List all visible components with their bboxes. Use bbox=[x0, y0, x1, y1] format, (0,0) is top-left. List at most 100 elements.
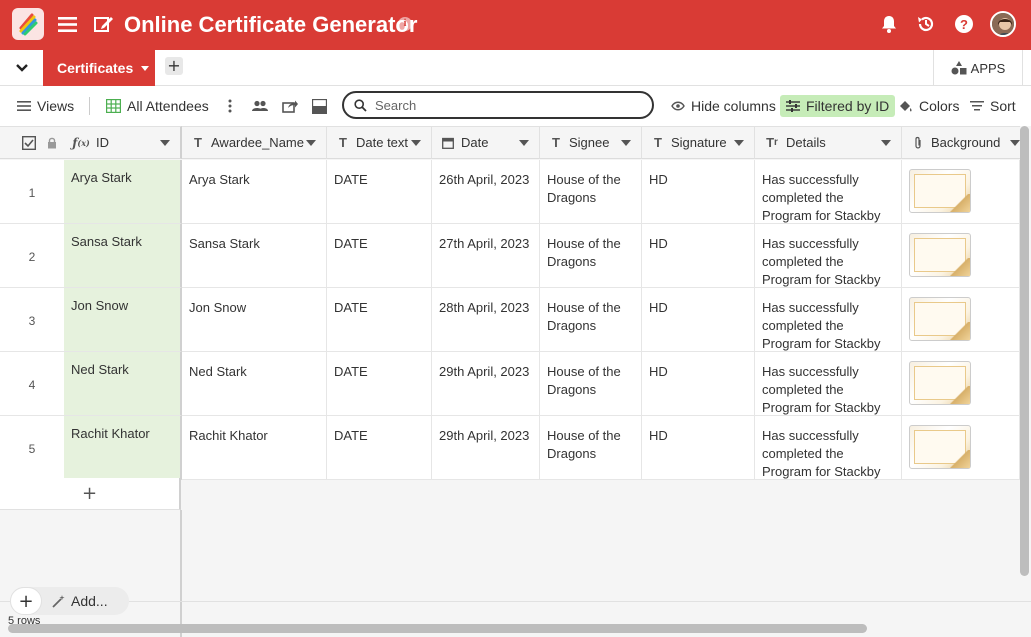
share-icon[interactable] bbox=[282, 86, 304, 126]
caret-down-icon[interactable] bbox=[1010, 140, 1020, 146]
cell-signature[interactable]: HD bbox=[642, 224, 755, 288]
cell-id[interactable]: Ned Stark bbox=[64, 352, 182, 416]
row-number[interactable]: 4 bbox=[0, 352, 64, 416]
cell-id[interactable]: Rachit Khator bbox=[64, 416, 182, 480]
search-input[interactable] bbox=[375, 97, 635, 113]
table-row[interactable]: 1 Arya Stark Arya Stark DATE 26th April, 202… bbox=[0, 160, 1020, 224]
info-icon[interactable]: i bbox=[398, 17, 412, 31]
cell-awardee-name[interactable]: Arya Stark bbox=[182, 160, 327, 224]
cell-date[interactable]: 28th April, 2023 bbox=[432, 288, 540, 352]
cell-signee[interactable]: House of the Dragons bbox=[540, 416, 642, 480]
table-row[interactable]: 2 Sansa Stark Sansa Stark DATE 27th April, 2… bbox=[0, 224, 1020, 288]
help-icon[interactable]: ? bbox=[954, 14, 974, 34]
cell-awardee-name[interactable]: Ned Stark bbox=[182, 352, 327, 416]
horizontal-scrollbar[interactable] bbox=[8, 624, 867, 633]
row-number[interactable]: 2 bbox=[0, 224, 64, 288]
cell-signature[interactable]: HD bbox=[642, 160, 755, 224]
hide-columns-button[interactable]: Hide columns bbox=[671, 86, 776, 126]
column-header-date[interactable]: Date bbox=[432, 126, 540, 159]
cell-signature[interactable]: HD bbox=[642, 288, 755, 352]
current-view-button[interactable]: All Attendees bbox=[106, 86, 209, 126]
cell-background[interactable] bbox=[902, 224, 1020, 288]
stackby-logo-icon[interactable] bbox=[12, 8, 44, 40]
row-number[interactable]: 5 bbox=[0, 416, 64, 480]
cell-date-text[interactable]: DATE bbox=[327, 160, 432, 224]
cell-awardee-name[interactable]: Jon Snow bbox=[182, 288, 327, 352]
caret-down-icon[interactable] bbox=[519, 140, 529, 146]
user-avatar[interactable] bbox=[990, 11, 1016, 37]
colors-button[interactable]: Colors bbox=[898, 86, 959, 126]
add-row-button[interactable]: + bbox=[0, 478, 181, 510]
caret-down-icon[interactable] bbox=[734, 140, 744, 146]
table-row[interactable]: 3 Jon Snow Jon Snow DATE 28th April, 2023 Hou… bbox=[0, 288, 1020, 352]
cell-date[interactable]: 26th April, 2023 bbox=[432, 160, 540, 224]
cell-awardee-name[interactable]: Rachit Khator bbox=[182, 416, 327, 480]
table-row[interactable]: 5 Rachit Khator Rachit Khator DATE 29th Apri… bbox=[0, 416, 1020, 480]
table-row[interactable]: 4 Ned Stark Ned Stark DATE 29th April, 2023 H… bbox=[0, 352, 1020, 416]
row-number[interactable]: 1 bbox=[0, 160, 64, 224]
cell-awardee-name[interactable]: Sansa Stark bbox=[182, 224, 327, 288]
cell-details[interactable]: Has successfully completed the Program f… bbox=[755, 160, 902, 224]
caret-down-icon[interactable] bbox=[621, 140, 631, 146]
cell-background[interactable] bbox=[902, 288, 1020, 352]
add-table-button[interactable]: + bbox=[165, 57, 183, 75]
cell-date[interactable]: 29th April, 2023 bbox=[432, 416, 540, 480]
cell-signature[interactable]: HD bbox=[642, 352, 755, 416]
collapse-tabs-button[interactable] bbox=[0, 50, 43, 86]
column-header-date-text[interactable]: T Date text bbox=[327, 126, 432, 159]
cell-background[interactable] bbox=[902, 160, 1020, 224]
certificate-thumbnail[interactable] bbox=[909, 233, 971, 277]
certificate-thumbnail[interactable] bbox=[909, 297, 971, 341]
cell-background[interactable] bbox=[902, 416, 1020, 480]
more-options-icon[interactable] bbox=[228, 86, 238, 126]
caret-down-icon[interactable] bbox=[306, 140, 316, 146]
caret-down-icon[interactable] bbox=[141, 65, 150, 71]
cell-background[interactable] bbox=[902, 352, 1020, 416]
certificate-thumbnail[interactable] bbox=[909, 361, 971, 405]
caret-down-icon[interactable] bbox=[411, 140, 421, 146]
column-header-details[interactable]: Tr Details bbox=[755, 126, 902, 159]
certificate-thumbnail[interactable] bbox=[909, 425, 971, 469]
collaborators-icon[interactable] bbox=[252, 86, 274, 126]
edit-icon[interactable] bbox=[94, 14, 114, 34]
cell-signee[interactable]: House of the Dragons bbox=[540, 288, 642, 352]
search-box[interactable] bbox=[342, 91, 654, 119]
cell-signee[interactable]: House of the Dragons bbox=[540, 352, 642, 416]
select-all-checkbox[interactable] bbox=[22, 135, 36, 150]
cell-signature[interactable]: HD bbox=[642, 416, 755, 480]
vertical-scrollbar[interactable] bbox=[1020, 126, 1029, 576]
filter-button[interactable]: Filtered by ID bbox=[780, 95, 896, 117]
cell-id[interactable]: Sansa Stark bbox=[64, 224, 182, 288]
cell-details[interactable]: Has successfully completed the Program f… bbox=[755, 352, 902, 416]
sort-button[interactable]: Sort bbox=[970, 86, 1016, 126]
cell-date-text[interactable]: DATE bbox=[327, 288, 432, 352]
caret-down-icon[interactable] bbox=[881, 140, 891, 146]
bell-icon[interactable] bbox=[879, 14, 899, 34]
menu-icon[interactable] bbox=[58, 15, 77, 34]
certificate-thumbnail[interactable] bbox=[909, 169, 971, 213]
cell-date-text[interactable]: DATE bbox=[327, 352, 432, 416]
caret-down-icon[interactable] bbox=[160, 140, 170, 146]
tab-certificates[interactable]: Certificates bbox=[43, 50, 155, 86]
cell-details[interactable]: Has successfully completed the Program f… bbox=[755, 416, 902, 480]
cell-signee[interactable]: House of the Dragons bbox=[540, 160, 642, 224]
column-header-id[interactable]: ƒ (x) ID bbox=[64, 126, 182, 159]
cell-id[interactable]: Arya Stark bbox=[64, 160, 182, 224]
cell-details[interactable]: Has successfully completed the Program f… bbox=[755, 288, 902, 352]
column-header-signee[interactable]: T Signee bbox=[540, 126, 642, 159]
cell-details[interactable]: Has successfully completed the Program f… bbox=[755, 224, 902, 288]
column-header-background[interactable]: Background bbox=[902, 126, 1020, 159]
add-button[interactable]: Add... bbox=[52, 587, 108, 615]
cell-signee[interactable]: House of the Dragons bbox=[540, 224, 642, 288]
row-number[interactable]: 3 bbox=[0, 288, 64, 352]
cell-date-text[interactable]: DATE bbox=[327, 224, 432, 288]
cell-date[interactable]: 29th April, 2023 bbox=[432, 352, 540, 416]
views-button[interactable]: Views bbox=[17, 86, 74, 126]
column-header-awardee-name[interactable]: T Awardee_Name bbox=[182, 126, 327, 159]
row-height-icon[interactable] bbox=[312, 86, 333, 126]
column-header-signature[interactable]: T Signature bbox=[642, 126, 755, 159]
history-icon[interactable] bbox=[916, 14, 936, 34]
cell-id[interactable]: Jon Snow bbox=[64, 288, 182, 352]
cell-date-text[interactable]: DATE bbox=[327, 416, 432, 480]
cell-date[interactable]: 27th April, 2023 bbox=[432, 224, 540, 288]
